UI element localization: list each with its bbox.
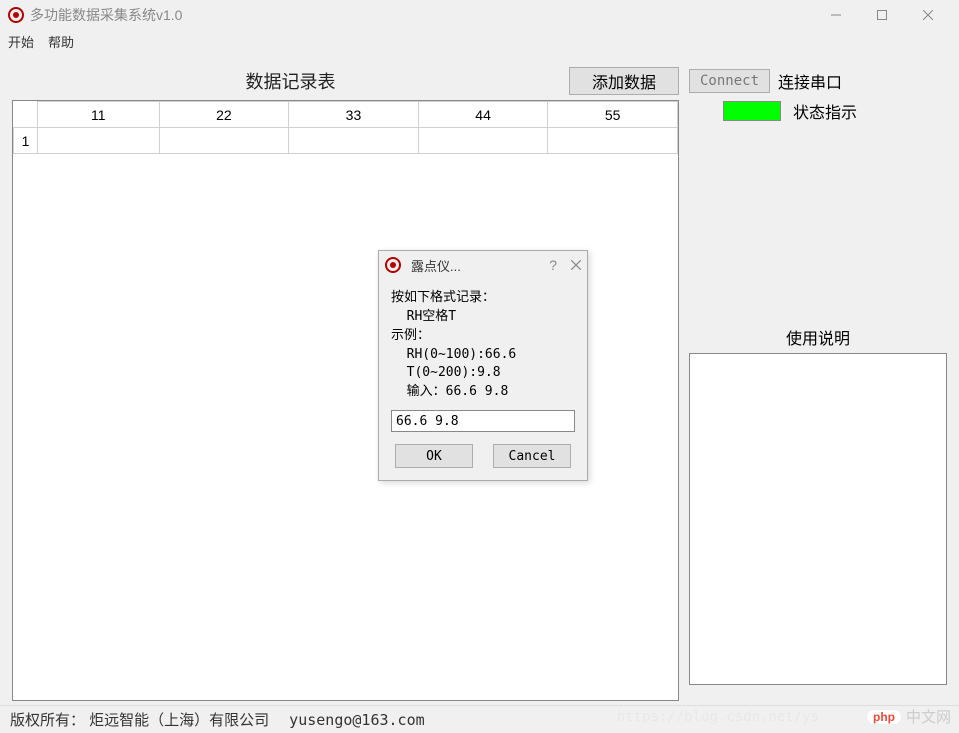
dialog-help-icon[interactable]: ? xyxy=(549,257,557,273)
col-header[interactable]: 33 xyxy=(289,102,419,128)
titlebar: 多功能数据采集系统v1.0 xyxy=(0,0,959,30)
app-icon xyxy=(8,7,24,23)
table-cell[interactable] xyxy=(548,128,678,154)
table-header-row: 数据记录表 添加数据 xyxy=(12,64,679,98)
dialog-buttons: OK Cancel xyxy=(379,440,587,480)
status-row: 状态指示 xyxy=(689,97,947,125)
dialog-title: 露点仪... xyxy=(411,256,461,275)
table-row[interactable]: 1 xyxy=(14,128,678,154)
usage-title: 使用说明 xyxy=(689,325,947,349)
add-data-button[interactable]: 添加数据 xyxy=(569,67,679,95)
cancel-button[interactable]: Cancel xyxy=(493,444,571,468)
menu-start[interactable]: 开始 xyxy=(8,32,34,51)
right-column: Connect 连接串口 状态指示 使用说明 xyxy=(689,64,947,701)
table-cell[interactable] xyxy=(418,128,548,154)
email-text: yusengo@163.com xyxy=(289,711,424,729)
row-index: 1 xyxy=(14,128,38,154)
menubar: 开始 帮助 xyxy=(0,30,959,52)
table-cell[interactable] xyxy=(38,128,160,154)
input-dialog: 露点仪... ? 按如下格式记录： RH空格T 示例： RH(0~100):66… xyxy=(378,250,588,481)
usage-box xyxy=(689,353,947,685)
col-header[interactable]: 11 xyxy=(38,102,160,128)
connect-button[interactable]: Connect xyxy=(689,69,770,93)
close-button[interactable] xyxy=(905,0,951,30)
window-controls xyxy=(813,0,951,30)
dialog-close-icon[interactable] xyxy=(571,257,581,273)
table-cell[interactable] xyxy=(289,128,419,154)
data-table: 11 22 33 44 55 1 xyxy=(13,101,678,154)
dialog-icon xyxy=(385,257,401,273)
dialog-input[interactable] xyxy=(391,410,575,432)
col-header[interactable]: 55 xyxy=(548,102,678,128)
dialog-controls: ? xyxy=(549,257,581,273)
connect-row: Connect 连接串口 xyxy=(689,67,947,95)
table-cell[interactable] xyxy=(159,128,289,154)
maximize-button[interactable] xyxy=(859,0,905,30)
col-header[interactable]: 44 xyxy=(418,102,548,128)
ok-button[interactable]: OK xyxy=(395,444,473,468)
col-header[interactable]: 22 xyxy=(159,102,289,128)
status-label: 状态指示 xyxy=(793,99,857,123)
connect-label: 连接串口 xyxy=(778,69,842,93)
menu-help[interactable]: 帮助 xyxy=(48,32,74,51)
window-title: 多功能数据采集系统v1.0 xyxy=(30,5,182,25)
dialog-body-text: 按如下格式记录： RH空格T 示例： RH(0~100):66.6 T(0~20… xyxy=(379,279,587,406)
table-header: 11 22 33 44 55 xyxy=(14,102,678,128)
table-title: 数据记录表 xyxy=(12,68,569,94)
copyright-text: 版权所有： 炬远智能（上海）有限公司 xyxy=(10,709,269,730)
row-header-blank xyxy=(14,102,38,128)
dialog-titlebar[interactable]: 露点仪... ? xyxy=(379,251,587,279)
statusbar: 版权所有： 炬远智能（上海）有限公司 yusengo@163.com xyxy=(0,705,959,733)
minimize-button[interactable] xyxy=(813,0,859,30)
status-indicator-light xyxy=(723,101,781,121)
